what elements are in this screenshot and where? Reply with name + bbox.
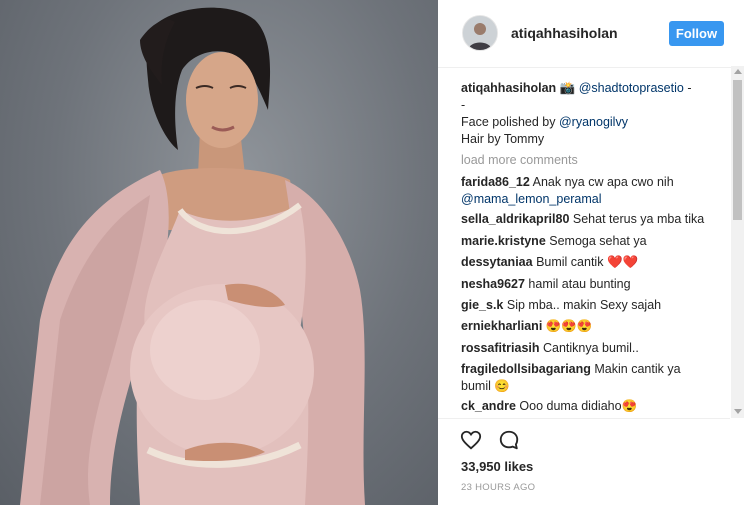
comment-item: fragiledollsibagariang Makin cantik ya b… (461, 361, 727, 395)
comment-text-line2: bumil (461, 379, 491, 393)
follow-button[interactable]: Follow (669, 21, 724, 46)
comment-username[interactable]: dessytaniaa (461, 255, 533, 269)
caption-line3-prefix: Face polished by (461, 115, 559, 129)
comment-text: Anak nya cw apa cwo nih (532, 175, 674, 189)
heart-eyes-emoji: 😍 (621, 399, 638, 413)
comment-username[interactable]: gie_s.k (461, 298, 503, 312)
caption-line3-mention[interactable]: @ryanogilvy (559, 115, 628, 129)
comment-text: Makin cantik ya (594, 362, 681, 376)
comment-text: Cantiknya bumil.. (543, 341, 639, 355)
scroll-up-arrow-icon[interactable] (734, 69, 742, 74)
comment-mention[interactable]: @mama_lemon_peramal (461, 192, 602, 206)
comment-item: gie_s.k Sip mba.. makin Sexy sajah (461, 297, 727, 314)
comment-item: farida86_12 Anak nya cw apa cwo nih @mam… (461, 174, 727, 208)
comment-item: sella_aldrikapril80 Sehat terus ya mba t… (461, 211, 727, 228)
comment-username[interactable]: marie.kristyne (461, 234, 546, 248)
comments-scrollbar[interactable] (731, 66, 744, 418)
comment-text: Sehat terus ya mba tika (572, 212, 705, 226)
photo-illustration (20, 7, 365, 505)
comment-text: Sip mba.. makin Sexy sajah (506, 298, 662, 312)
scroll-thumb[interactable] (733, 80, 742, 220)
post-details-panel: atiqahhasiholan Follow atiqahhasiholan 📸… (438, 0, 744, 505)
comment-item: marie.kristyne Semoga sehat ya (461, 233, 727, 250)
heart-eyes-emoji: 😍😍😍 (545, 319, 593, 333)
caption-line2: - (461, 98, 466, 112)
avatar-image (463, 16, 497, 50)
comment-username[interactable]: fragiledollsibagariang (461, 362, 591, 376)
comment-username[interactable]: nesha9627 (461, 277, 525, 291)
post-actions: 33,950 likes 23 HOURS AGO (438, 418, 730, 506)
comment-item: dessytaniaa Bumil cantik ❤️❤️ (461, 254, 727, 271)
comment-username[interactable]: ck_andre (461, 399, 516, 413)
comment-text: Semoga sehat ya (549, 234, 647, 248)
caption-dash: - (687, 81, 692, 95)
caption: atiqahhasiholan 📸 @shadtotoprasetio - - … (461, 80, 727, 148)
comment-item: rossafitriasih Cantiknya bumil.. (461, 340, 727, 357)
comment-text: Ooo duma didiaho (519, 399, 622, 413)
likes-count[interactable]: 33,950 likes (461, 459, 533, 474)
post-header: atiqahhasiholan Follow (438, 0, 744, 68)
caption-username[interactable]: atiqahhasiholan (461, 81, 556, 95)
post-timestamp: 23 HOURS AGO (461, 482, 536, 493)
comment-item: nesha9627 hamil atau bunting (461, 276, 727, 293)
camera-emoji: 📸 (559, 81, 576, 95)
comment-text: hamil atau bunting (528, 277, 631, 291)
comment-username[interactable]: rossafitriasih (461, 341, 540, 355)
comment-username[interactable]: sella_aldrikapril80 (461, 212, 569, 226)
avatar[interactable] (462, 15, 498, 51)
comment-icon[interactable] (498, 429, 520, 451)
smile-emoji: 😊 (494, 379, 510, 393)
comment-username[interactable]: farida86_12 (461, 175, 530, 189)
comments-list: atiqahhasiholan 📸 @shadtotoprasetio - - … (438, 78, 730, 416)
caption-line4: Hair by Tommy (461, 132, 545, 146)
heart-icon[interactable] (460, 429, 482, 451)
comment-username[interactable]: erniekharliani (461, 319, 542, 333)
heart-emoji: ❤️❤️ (606, 255, 639, 269)
comment-item: erniekharliani 😍😍😍 (461, 318, 727, 335)
scroll-down-arrow-icon[interactable] (734, 409, 742, 414)
caption-mention[interactable]: @shadtotoprasetio (579, 81, 684, 95)
comment-item: ck_andre Ooo duma didiaho😍 (461, 398, 727, 415)
comment-text: Bumil cantik (536, 255, 604, 269)
post-photo[interactable] (0, 0, 438, 505)
post-username[interactable]: atiqahhasiholan (511, 25, 618, 41)
load-more-comments[interactable]: load more comments (461, 153, 578, 167)
